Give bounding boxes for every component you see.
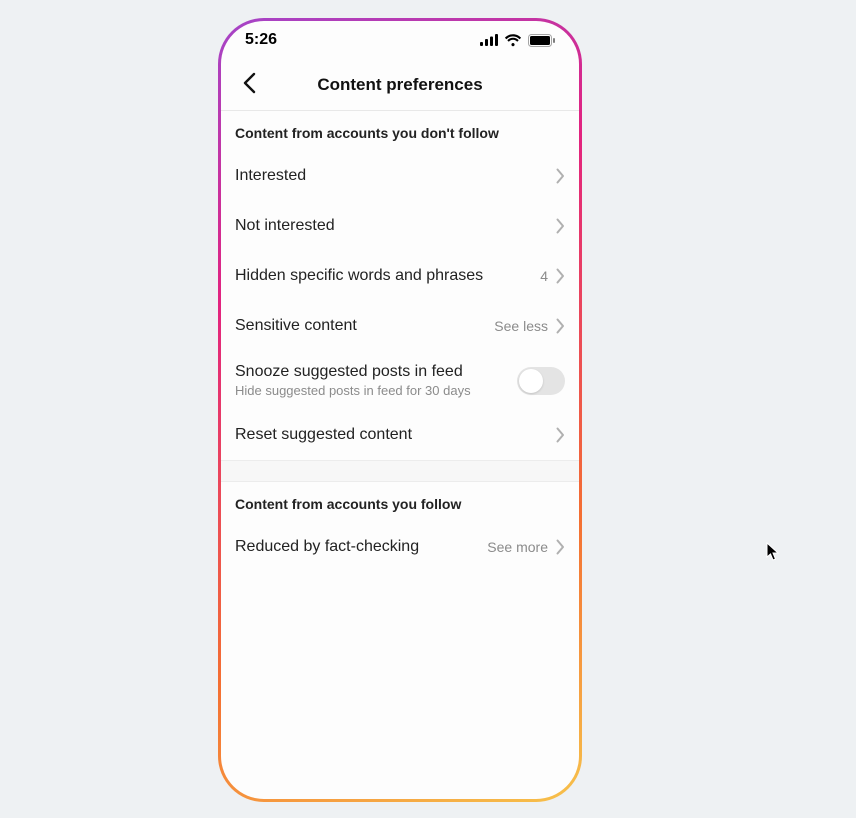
section-header-followed: Content from accounts you follow	[221, 482, 579, 522]
chevron-right-icon	[556, 218, 565, 234]
status-bar: 5:26	[221, 21, 579, 59]
phone-screen: 5:26 Content preferences	[221, 21, 579, 799]
chevron-right-icon	[556, 539, 565, 555]
row-sensitive-content[interactable]: Sensitive content See less	[221, 301, 579, 351]
row-interested[interactable]: Interested	[221, 151, 579, 201]
mouse-cursor-icon	[766, 542, 780, 562]
nav-header: Content preferences	[221, 59, 579, 111]
row-count: 4	[540, 268, 548, 284]
page-title: Content preferences	[221, 75, 579, 95]
row-label: Hidden specific words and phrases	[235, 267, 540, 285]
row-sublabel: Hide suggested posts in feed for 30 days	[235, 383, 517, 398]
row-label: Reset suggested content	[235, 426, 556, 444]
row-label: Interested	[235, 167, 556, 185]
row-label: Snooze suggested posts in feed	[235, 363, 517, 381]
chevron-right-icon	[556, 168, 565, 184]
phone-frame: 5:26 Content preferences	[218, 18, 582, 802]
chevron-right-icon	[556, 427, 565, 443]
row-fact-checking[interactable]: Reduced by fact-checking See more	[221, 522, 579, 572]
section-divider	[221, 460, 579, 482]
status-time: 5:26	[245, 31, 277, 49]
toggle-knob	[519, 369, 543, 393]
section-header-unfollowed: Content from accounts you don't follow	[221, 111, 579, 151]
chevron-left-icon	[242, 72, 256, 97]
row-value: See more	[487, 539, 548, 555]
content-scroll[interactable]: Content from accounts you don't follow I…	[221, 111, 579, 799]
row-label: Reduced by fact-checking	[235, 538, 487, 556]
row-hidden-words[interactable]: Hidden specific words and phrases 4	[221, 251, 579, 301]
back-button[interactable]	[227, 63, 271, 107]
row-label: Sensitive content	[235, 317, 494, 335]
battery-icon	[528, 34, 555, 47]
row-reset-suggested[interactable]: Reset suggested content	[221, 410, 579, 460]
chevron-right-icon	[556, 268, 565, 284]
cellular-signal-icon	[480, 34, 498, 46]
status-right	[480, 34, 555, 47]
row-snooze-suggested: Snooze suggested posts in feed Hide sugg…	[221, 351, 579, 410]
snooze-toggle[interactable]	[517, 367, 565, 395]
row-value: See less	[494, 318, 548, 334]
row-label: Not interested	[235, 217, 556, 235]
chevron-right-icon	[556, 318, 565, 334]
row-not-interested[interactable]: Not interested	[221, 201, 579, 251]
wifi-icon	[504, 34, 522, 47]
